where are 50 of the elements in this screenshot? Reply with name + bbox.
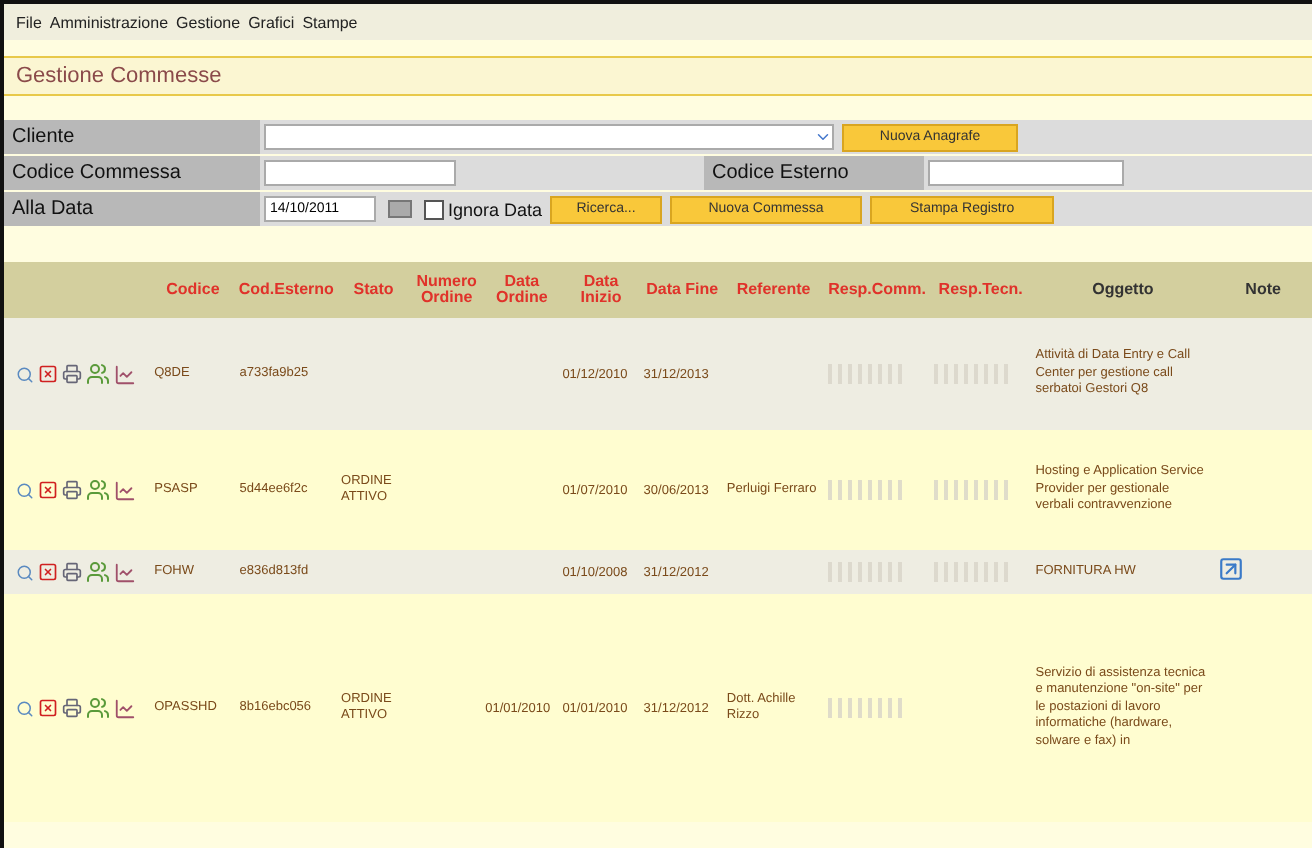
printer-icon[interactable] (62, 562, 82, 582)
people-icon[interactable] (86, 478, 110, 502)
search-icon[interactable] (16, 365, 34, 383)
delete-icon[interactable] (38, 698, 58, 718)
column-header: Data Inizio (560, 262, 642, 318)
chevron-icon (814, 128, 832, 146)
search-icon[interactable] (16, 699, 34, 717)
search-icon[interactable] (16, 481, 34, 499)
column-header: Note (1214, 262, 1312, 318)
column-header: Codice (150, 262, 236, 318)
menu-item[interactable]: Stampe (302, 13, 358, 31)
input-field[interactable] (928, 160, 1124, 186)
column-header: Stato (337, 262, 411, 318)
column-header: Data Fine (641, 262, 723, 318)
field-label: Codice Esterno (704, 156, 924, 190)
search-icon[interactable] (16, 563, 34, 581)
page-title: Gestione Commesse (4, 56, 1312, 96)
checkbox[interactable] (424, 199, 444, 219)
column-header: Referente (722, 262, 825, 318)
chart-icon[interactable] (114, 479, 136, 501)
people-icon[interactable] (86, 362, 110, 386)
column-header: Cod.Esterno (235, 262, 338, 318)
menu-item[interactable]: File (16, 13, 42, 31)
field-label: Alla Data (4, 192, 260, 226)
field-label: Cliente (4, 120, 260, 154)
calendar-icon[interactable] (388, 200, 412, 218)
checkbox-label: Ignora Data (448, 199, 543, 219)
field-label: Codice Commessa (4, 156, 260, 190)
menu-item[interactable]: Amministrazione (49, 13, 169, 31)
column-header: Resp.Tecn. (929, 262, 1032, 318)
chart-icon[interactable] (114, 561, 136, 583)
client-dropdown[interactable] (264, 124, 834, 150)
column-header: Resp.Comm. (824, 262, 930, 318)
column-header: Data Ordine (483, 262, 561, 318)
printer-icon[interactable] (62, 364, 82, 384)
delete-icon[interactable] (38, 562, 58, 582)
people-icon[interactable] (86, 696, 110, 720)
printer-icon[interactable] (62, 480, 82, 500)
note-icon[interactable] (1218, 555, 1245, 582)
printer-icon[interactable] (62, 698, 82, 718)
column-header: Oggetto (1031, 262, 1215, 318)
menu-item[interactable]: Gestione (176, 13, 241, 31)
delete-icon[interactable] (38, 364, 58, 384)
menu-item[interactable]: Grafici (248, 13, 295, 31)
people-icon[interactable] (86, 560, 110, 584)
delete-icon[interactable] (38, 480, 58, 500)
chart-icon[interactable] (114, 697, 136, 719)
input-field[interactable] (264, 160, 456, 186)
column-header: Numero Ordine (410, 262, 484, 318)
chart-icon[interactable] (114, 363, 136, 385)
